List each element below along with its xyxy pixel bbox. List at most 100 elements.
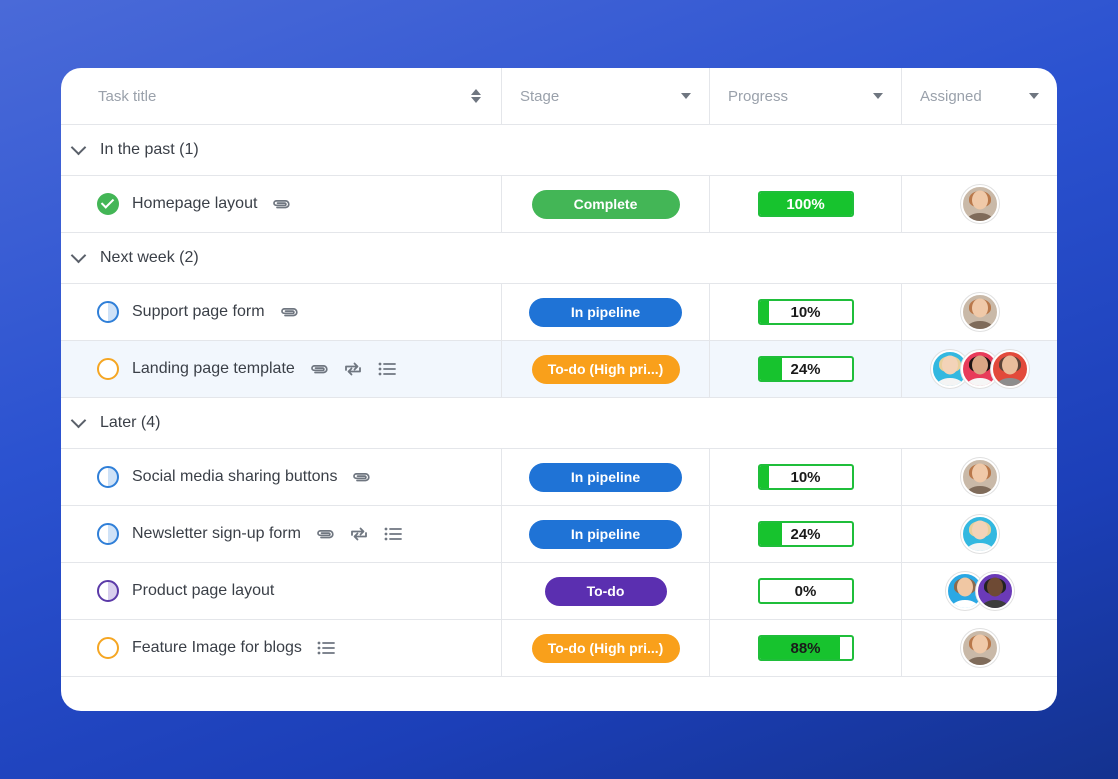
column-stage-label: Stage <box>520 87 560 105</box>
avatar-group[interactable] <box>960 293 999 331</box>
task-title-cell[interactable]: Homepage layout <box>61 176 502 232</box>
stage-badge[interactable]: In pipeline <box>529 462 682 492</box>
progress-cell: 0% <box>710 563 902 619</box>
status-circle-icon[interactable] <box>97 523 119 545</box>
stage-cell[interactable]: To-do (High pri...) <box>502 620 710 676</box>
assigned-cell[interactable] <box>902 563 1057 619</box>
progress-cell: 24% <box>710 506 902 562</box>
table-row[interactable]: Landing page template To-do (High pri...)… <box>61 341 1057 398</box>
avatar-group[interactable] <box>930 350 1029 388</box>
dropdown-caret-icon[interactable] <box>873 93 883 99</box>
progress-label: 10% <box>790 468 821 486</box>
stage-cell[interactable]: In pipeline <box>502 284 710 340</box>
task-title[interactable]: Support page form <box>132 303 265 321</box>
chevron-down-icon[interactable] <box>70 247 87 264</box>
task-title[interactable]: Social media sharing buttons <box>132 468 337 486</box>
progress-bar: 24% <box>757 521 854 547</box>
chevron-down-icon[interactable] <box>70 412 87 429</box>
table-row[interactable]: Product page layout To-do 0% <box>61 563 1057 620</box>
attachment-icon <box>315 527 335 541</box>
progress-bar: 10% <box>757 299 854 325</box>
stage-cell[interactable]: To-do <box>502 563 710 619</box>
table-row[interactable]: Newsletter sign-up form In pipeline 24% <box>61 506 1057 563</box>
repeat-icon <box>343 361 363 377</box>
group-header[interactable]: Later (4) <box>61 398 1057 449</box>
group-header[interactable]: In the past (1) <box>61 125 1057 176</box>
avatar-group[interactable] <box>960 185 999 223</box>
avatar-group[interactable] <box>945 572 1014 610</box>
avatar[interactable] <box>960 629 999 667</box>
progress-cell: 10% <box>710 284 902 340</box>
progress-cell: 88% <box>710 620 902 676</box>
stage-badge[interactable]: In pipeline <box>529 519 682 549</box>
stage-cell[interactable]: To-do (High pri...) <box>502 341 710 397</box>
progress-cell: 10% <box>710 449 902 505</box>
avatar[interactable] <box>960 515 999 553</box>
avatar[interactable] <box>960 458 999 496</box>
task-title[interactable]: Product page layout <box>132 582 274 600</box>
task-title[interactable]: Newsletter sign-up form <box>132 525 301 543</box>
avatar[interactable] <box>975 572 1014 610</box>
column-task-title[interactable]: Task title <box>61 68 502 124</box>
column-stage[interactable]: Stage <box>502 68 710 124</box>
stage-badge[interactable]: To-do (High pri...) <box>531 354 680 384</box>
task-title-cell[interactable]: Landing page template <box>61 341 502 397</box>
table-row[interactable]: Feature Image for blogs To-do (High pri..… <box>61 620 1057 677</box>
chevron-down-icon[interactable] <box>70 139 87 156</box>
avatar-group[interactable] <box>960 515 999 553</box>
stage-badge[interactable]: Complete <box>531 189 680 219</box>
avatar[interactable] <box>960 185 999 223</box>
dropdown-caret-icon[interactable] <box>681 93 691 99</box>
task-title-cell[interactable]: Social media sharing buttons <box>61 449 502 505</box>
assigned-cell[interactable] <box>902 506 1057 562</box>
table-row[interactable]: Social media sharing buttons In pipeline 1… <box>61 449 1057 506</box>
progress-label: 0% <box>794 582 817 600</box>
status-circle-icon[interactable] <box>97 580 119 602</box>
status-circle-icon[interactable] <box>97 193 119 215</box>
avatar-group[interactable] <box>960 629 999 667</box>
assigned-cell[interactable] <box>902 620 1057 676</box>
status-circle-icon[interactable] <box>97 637 119 659</box>
progress-cell: 100% <box>710 176 902 232</box>
progress-bar: 0% <box>757 578 854 604</box>
stage-badge[interactable]: In pipeline <box>529 297 682 327</box>
progress-bar: 100% <box>757 191 854 217</box>
task-title-cell[interactable]: Product page layout <box>61 563 502 619</box>
stage-badge[interactable]: To-do <box>544 576 667 606</box>
group-label: Later (4) <box>100 414 161 431</box>
assigned-cell[interactable] <box>902 176 1057 232</box>
task-title-cell[interactable]: Newsletter sign-up form <box>61 506 502 562</box>
avatar[interactable] <box>990 350 1029 388</box>
column-progress-label: Progress <box>728 87 789 105</box>
task-title-cell[interactable]: Support page form <box>61 284 502 340</box>
status-circle-icon[interactable] <box>97 301 119 323</box>
stage-cell[interactable]: In pipeline <box>502 449 710 505</box>
stage-cell[interactable]: Complete <box>502 176 710 232</box>
sort-icon[interactable] <box>471 89 481 103</box>
stage-cell[interactable]: In pipeline <box>502 506 710 562</box>
dropdown-caret-icon[interactable] <box>1029 93 1039 99</box>
repeat-icon <box>349 526 369 542</box>
status-circle-icon[interactable] <box>97 466 119 488</box>
progress-bar: 88% <box>757 635 854 661</box>
column-assigned[interactable]: Assigned <box>902 68 1057 124</box>
table-row[interactable]: Support page form In pipeline 10% <box>61 284 1057 341</box>
attachment-icon <box>351 470 371 484</box>
stage-badge[interactable]: To-do (High pri...) <box>531 633 680 663</box>
progress-label: 24% <box>790 525 821 543</box>
group-header[interactable]: Next week (2) <box>61 233 1057 284</box>
progress-cell: 24% <box>710 341 902 397</box>
task-title-cell[interactable]: Feature Image for blogs <box>61 620 502 676</box>
column-progress[interactable]: Progress <box>710 68 902 124</box>
attachment-icon <box>279 305 299 319</box>
status-circle-icon[interactable] <box>97 358 119 380</box>
avatar[interactable] <box>960 293 999 331</box>
assigned-cell[interactable] <box>902 284 1057 340</box>
table-row[interactable]: Homepage layout Complete 100% <box>61 176 1057 233</box>
avatar-group[interactable] <box>960 458 999 496</box>
task-title[interactable]: Landing page template <box>132 360 295 378</box>
task-title[interactable]: Feature Image for blogs <box>132 639 302 657</box>
assigned-cell[interactable] <box>902 449 1057 505</box>
assigned-cell[interactable] <box>902 341 1057 397</box>
task-title[interactable]: Homepage layout <box>132 195 257 213</box>
